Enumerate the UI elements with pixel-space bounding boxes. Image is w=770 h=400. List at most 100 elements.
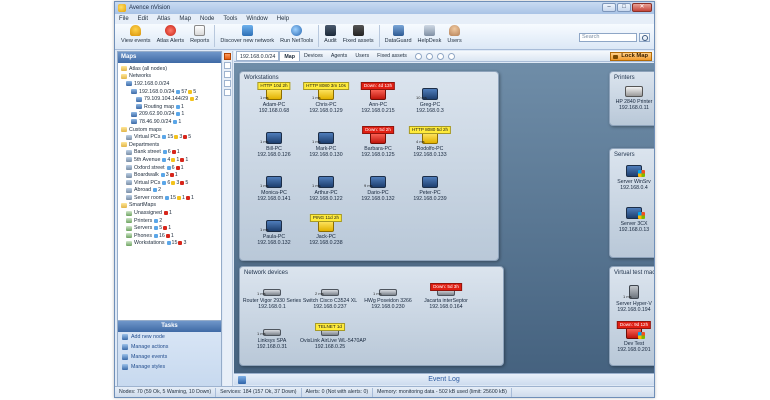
map-node[interactable]: 1 ms HTTP 10d 2h Adam-PC 192.168.0.68 [244,82,304,114]
close-button[interactable]: ✕ [632,3,652,12]
tree-item[interactable]: 192.168.0.0/24 57 5 [118,88,221,96]
map-node[interactable]: 1 ms Server Hyper-V 192.168.0.194 [604,285,654,313]
map-address[interactable]: 192.168.0.0/24 [236,51,280,61]
tree-item[interactable]: 5th Avenue 4 1 1 [118,156,221,164]
map-node[interactable]: Server 3CX 192.168.0.13 [604,207,654,233]
event-log-bar[interactable]: Event Log [234,373,654,385]
search-input[interactable]: Search [579,33,637,42]
map-node[interactable]: 1 ms Router Vigor 2930 Series 192.168.0.1 [242,285,302,310]
tree-item[interactable]: Server room 15 1 1 [118,194,221,202]
tree-item[interactable]: Oxford street 6 1 [118,164,221,172]
task-add-new-node[interactable]: Add new node [118,332,221,342]
tree-item[interactable]: 79.109.104.144/29 2 [118,95,221,103]
menu-help[interactable]: Help [277,16,289,22]
menu-map[interactable]: Map [179,16,191,22]
group-workstations[interactable]: Workstations 1 ms HTTP 10d 2h Adam-PC 192.16… [239,71,499,261]
tree-item[interactable]: Networks [118,73,221,81]
map-node[interactable]: 2 ms Switch Cisco C3524 XL 192.168.0.237 [300,285,360,310]
toolbar-users-button[interactable]: Users [444,24,464,48]
map-node[interactable]: 1 ms HTTP 8080 3m 10s Chris-PC 192.168.0.12… [296,82,356,114]
menu-file[interactable]: File [119,16,129,22]
menu-edit[interactable]: Edit [138,16,148,22]
map-node[interactable]: TELNET 1d OvisLink AirLive WL-5470AP 192.1… [300,323,366,350]
toolbar-run-nettools-button[interactable]: Run NetTools [277,24,316,48]
map-node[interactable]: 1 ms Mark-PC 192.168.0.130 [296,132,356,158]
toolbar-discover-new-network-button[interactable]: Discover new network [217,24,277,48]
toolbar-view-events-button[interactable]: View events [118,24,154,48]
map-node[interactable]: Peter-PC 192.168.0.239 [400,176,460,202]
menu-tools[interactable]: Tools [223,16,237,22]
map-node[interactable]: 1 ms Paula-PC 192.168.0.132 [244,220,304,246]
task-manage-actions[interactable]: Manage actions [118,342,221,352]
map-node[interactable]: Down: 4d 13h Ann-PC 192.168.0.215 [348,82,408,114]
group-network-devices[interactable]: Network devices 1 ms Router Vigor 2930 Ser… [239,266,504,366]
fit-map-icon[interactable] [436,52,444,60]
map-node[interactable]: Down: 9d 12h Dev Test 192.168.0.201 [604,321,654,353]
menu-window[interactable]: Window [246,16,267,22]
group-virtual-test-machines[interactable]: Virtual test machines1 msServer Hyper-V1… [609,266,654,366]
tree-item[interactable]: Custom maps [118,126,221,134]
tree-item[interactable]: Unassigned 1 [118,209,221,217]
tab-map[interactable]: Map [279,51,300,61]
lock-map-button[interactable]: Lock Map [610,52,652,61]
map-node[interactable]: 1 ms Bill-PC 192.168.0.126 [244,132,304,158]
map-node[interactable]: 1 ms Monica-PC 192.168.0.141 [244,176,304,202]
tab-agents[interactable]: Agents [327,51,352,61]
map-node[interactable]: Down: 5d 3h Jacarta interSeptor 192.168.0.… [416,283,476,310]
tree-item[interactable]: 192.168.0.0/24 [118,80,221,88]
title-bar[interactable]: Avence nVision – □ ✕ [115,2,654,14]
task-manage-events[interactable]: Manage events [118,352,221,362]
toolbar-fixed-assets-button[interactable]: Fixed assets [340,24,377,48]
map-node[interactable]: Down: 5d 2h Barbara-PC 192.168.0.125 [348,126,408,158]
tree-item[interactable]: Boardwalk 3 1 [118,171,221,179]
map-node[interactable]: 4 ms HTTP 8080 5d 2h Rodolfo-PC 192.168.0.1… [400,126,460,158]
tree-item[interactable]: SmartMaps [118,202,221,210]
zoom-in-icon[interactable] [414,52,422,60]
tree-item[interactable]: Servers 5 1 [118,224,221,232]
tab-devices[interactable]: Devices [300,51,327,61]
map-node[interactable]: 10 ms Greg-PC 192.168.0.3 [400,88,460,114]
tree-item[interactable]: Phones 16 1 [118,232,221,240]
tree-item[interactable]: Departments [118,141,221,149]
menu-node[interactable]: Node [200,16,214,22]
tab-users[interactable]: Users [351,51,373,61]
toolbar-helpdesk-button[interactable]: HelpDesk [415,24,445,48]
tree-item[interactable]: Printers 2 [118,217,221,225]
tree-item[interactable]: Virtual PCs 6 3 5 [118,179,221,187]
menu-atlas[interactable]: Atlas [157,16,170,22]
group-servers[interactable]: ServersServer WinSrv192.168.0.4Server Dr… [609,148,654,258]
network-map-canvas[interactable]: Workstations 1 ms HTTP 10d 2h Adam-PC 192.16… [234,63,654,373]
toolbar-reports-button[interactable]: Reports [187,24,212,48]
tab-fixed-assets[interactable]: Fixed assets [373,51,411,61]
tree-item[interactable]: Atlas (all nodes) [118,65,221,73]
map-node[interactable]: 1 ms Linksys SPA 192.168.0.31 [242,325,302,350]
minimize-button[interactable]: – [602,3,616,12]
map-node[interactable]: Server WinSrv 192.168.0.4 [604,165,654,191]
tree-item[interactable]: Routing map 1 [118,103,221,111]
map-node[interactable]: PING 11d 2h Jack-PC 192.168.0.238 [296,214,356,246]
zoom-out-icon[interactable] [425,52,433,60]
task-manage-styles[interactable]: Manage styles [118,362,221,372]
toolbar-dataguard-button[interactable]: DataGuard [382,24,415,48]
map-node[interactable]: 1 ms HWg Poseidon 3266 192.168.0.230 [358,285,418,310]
tree-item[interactable]: Workstations 15 3 [118,240,221,248]
map-node[interactable]: 9 ms Dario-PC 192.168.0.132 [348,176,408,202]
text-tool-icon[interactable] [224,80,231,87]
grid-icon[interactable] [447,52,455,60]
tree-item[interactable]: Virtual PCs 15 3 5 [118,133,221,141]
pan-tool-icon[interactable] [224,62,231,69]
link-tool-icon[interactable] [224,71,231,78]
tree-item[interactable]: 78.46.90.0/24 1 [118,118,221,126]
map-node[interactable]: HP 2840 Printer 192.168.0.11 [604,86,654,111]
align-tool-icon[interactable] [224,89,231,96]
toolbar-audit-button[interactable]: Audit [321,24,340,48]
tree-item[interactable]: Abroad 2 [118,187,221,195]
tree-item[interactable]: Bank street 6 1 [118,149,221,157]
search-icon[interactable] [639,33,650,42]
tree-item[interactable]: 209.62.90.0/24 1 [118,111,221,119]
map-node[interactable]: 1 ms Arthur-PC 192.168.0.122 [296,176,356,202]
select-tool-icon[interactable] [224,53,231,60]
maximize-button[interactable]: □ [617,3,631,12]
group-printers[interactable]: PrintersHP 2840 Printer192.168.0.11HP La… [609,71,654,126]
toolbar-atlas-alerts-button[interactable]: Atlas Alerts [154,24,188,48]
